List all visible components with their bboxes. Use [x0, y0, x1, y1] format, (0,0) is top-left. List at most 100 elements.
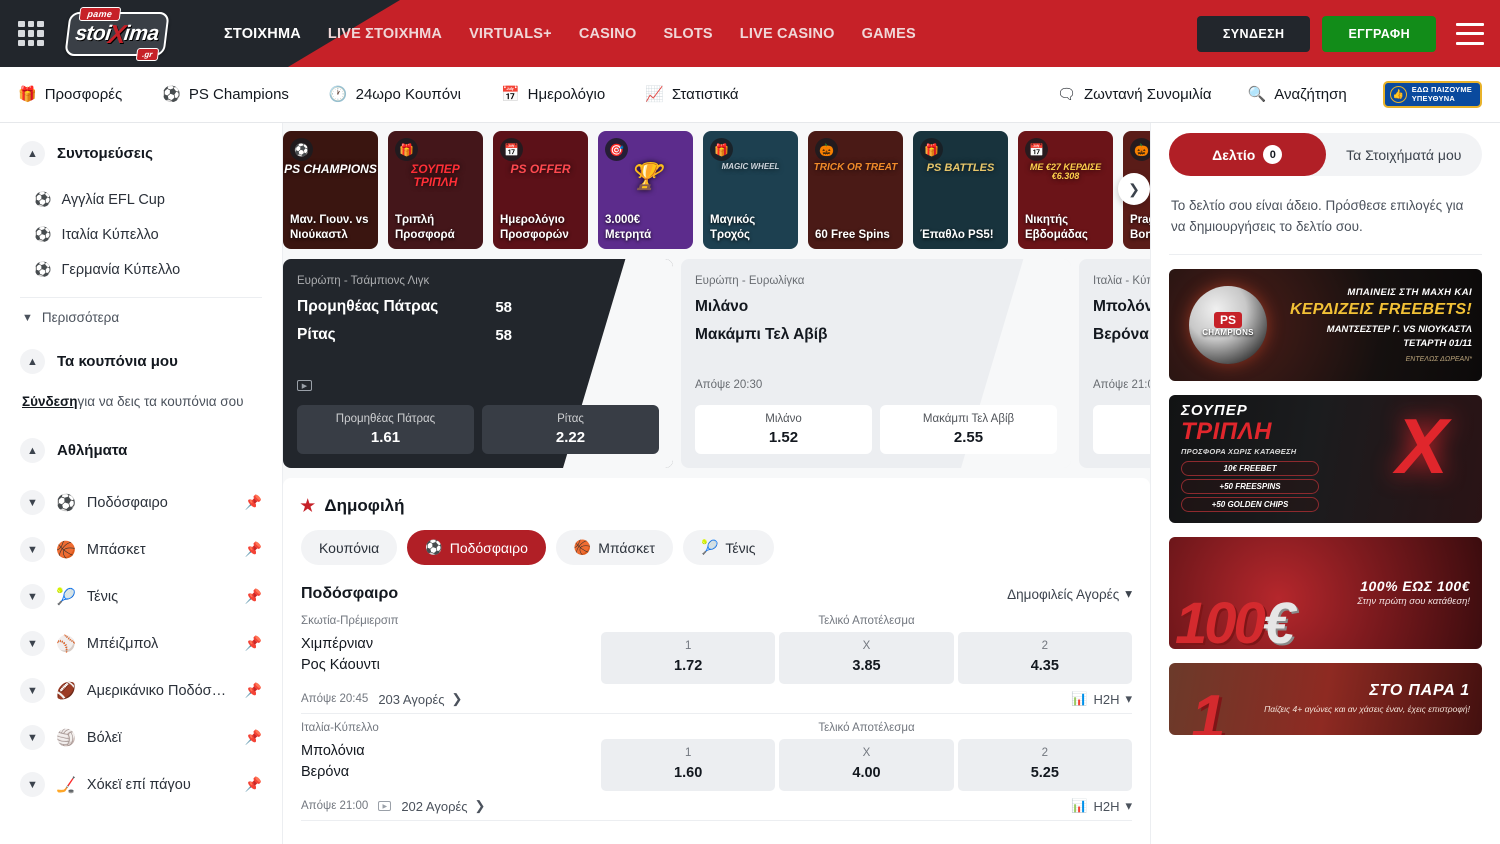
promo-tile-magic-wheel[interactable]: 🎁 MAGIC WHEEL Μαγικός Τροχός — [703, 131, 798, 249]
tab-coupons[interactable]: Κουπόνια — [301, 530, 397, 565]
subnav-item-statistics[interactable]: 📈 Στατιστικά — [645, 86, 738, 103]
event-h2h-button[interactable]: 📊 H2H ▾ — [1071, 798, 1132, 814]
subnav-item-live-chat[interactable]: 🗨 Ζωντανή Συνομιλία — [1057, 86, 1212, 103]
promo-tile-weekly-winner[interactable]: 📅 ΜΕ €27 ΚΕΡΔΙΣΕ €6.308 Νικητής Εβδομάδα… — [1018, 131, 1113, 249]
promo-label: Pragmatic Buy Bonus — [1130, 213, 1150, 242]
responsible-gaming-badge[interactable]: 👍 ΕΔΩ ΠΑΙΖΟΥΜΕ ΥΠΕΥΘΥΝΑ — [1383, 81, 1482, 108]
chevron-down-icon[interactable]: ▼ — [20, 678, 45, 703]
featured-match-card-2[interactable]: Ευρώπη - Ευρωλίγκα Μιλάνο Μακάμπι Τελ Αβ… — [681, 259, 1071, 468]
event-odd-2[interactable]: 2 4.35 — [958, 632, 1132, 684]
featured-odd-button[interactable]: Προμηθέας Πάτρας 1.61 — [297, 405, 474, 454]
featured-odd-button[interactable]: Μιλάνο 1.52 — [695, 405, 872, 454]
sidebar-sport-football[interactable]: ▼ ⚽ Ποδόσφαιρο 📌 — [20, 479, 262, 526]
promo-tile-free-spins[interactable]: 🎃 TRICK OR TREAT 60 Free Spins — [808, 131, 903, 249]
event-odd-1[interactable]: 1 1.72 — [601, 632, 775, 684]
subnav-item-24h-coupon[interactable]: 🕐 24ωρο Κουπόνι — [329, 86, 461, 103]
tab-tennis[interactable]: 🎾 Τένις — [683, 530, 774, 565]
tv-stream-icon[interactable]: ▶ — [378, 801, 391, 811]
nav-item-slots[interactable]: SLOTS — [663, 26, 712, 42]
subnav-item-search[interactable]: 🔍 Αναζήτηση — [1248, 86, 1347, 103]
sidebar-section-coupons-header[interactable]: ▲ Τα κουπόνια μου — [20, 349, 262, 374]
nav-item-stoixima[interactable]: ΣΤΟΙΧΗΜΑ — [224, 26, 301, 42]
sidebar-more-shortcuts[interactable]: ▼ Περισσότερα — [20, 297, 262, 335]
sidebar-item-germany-cup[interactable]: ⚽ Γερμανία Κύπελλο — [20, 252, 262, 287]
event-odd-x[interactable]: X 4.00 — [779, 739, 953, 791]
featured-odd-button[interactable]: Μακάμπι Τελ Αβίβ 2.55 — [880, 405, 1057, 454]
event-away-team: Βερόνα — [301, 762, 601, 783]
promo-tile-tripli[interactable]: 🎁 ΣΟΥΠΕΡ ΤΡΙΠΛΗ Τριπλή Προσφορά — [388, 131, 483, 249]
pin-icon[interactable]: 📌 — [245, 588, 262, 605]
logo-word-1: stoi — [73, 22, 111, 46]
promo-art-text: ΜΕ €27 ΚΕΡΔΙΣΕ €6.308 — [1018, 163, 1113, 182]
promo-tile-3000-cash[interactable]: 🎯 🏆 3.000€ Μετρητά — [598, 131, 693, 249]
tab-my-bets[interactable]: Τα Στοιχήματά μου — [1326, 133, 1483, 176]
nav-item-virtuals[interactable]: VIRTUALS+ — [469, 26, 552, 42]
sidebar-sport-tennis[interactable]: ▼ 🎾 Τένις 📌 — [20, 573, 262, 620]
sidebar-sport-american-football[interactable]: ▼ 🏈 Αμερικάνικο Ποδόσ… 📌 — [20, 667, 262, 714]
featured-odd-button[interactable]: Ρίτας 2.22 — [482, 405, 659, 454]
markets-dropdown[interactable]: Δημοφιλείς Αγορές ▾ — [1007, 586, 1132, 602]
pin-icon[interactable]: 📌 — [245, 682, 262, 699]
hamburger-menu-icon[interactable] — [1456, 23, 1484, 45]
banner-sub-text: ΜΑΝΤΣΕΣΤΕΡ Γ. VS ΝΙΟΥΚΑΣΤΛ ΤΕΤΑΡΤΗ 01/11 — [1287, 323, 1472, 352]
tv-stream-icon[interactable]: ▶ — [297, 380, 312, 391]
chevron-down-icon[interactable]: ▼ — [20, 772, 45, 797]
subnav-item-ps-champions[interactable]: ⚽ PS Champions — [162, 86, 289, 103]
ps-champions-banner[interactable]: PS CHAMPIONS ΜΠΑΙΝΕΙΣ ΣΤΗ ΜΑΧΗ ΚΑΙ ΚΕΡΔΙ… — [1169, 269, 1482, 381]
sidebar-sport-baseball[interactable]: ▼ ⚾ Μπέιζμπολ 📌 — [20, 620, 262, 667]
featured-odd-button[interactable]: 1 1.6 — [1093, 405, 1150, 454]
sidebar-section-shortcuts-header[interactable]: ▲ Συντομεύσεις — [20, 141, 262, 166]
event-odd-2[interactable]: 2 5.25 — [958, 739, 1132, 791]
event-markets-link[interactable]: 202 Αγορές ❯ — [401, 798, 485, 814]
promo-carousel-next-button[interactable]: ❯ — [1118, 173, 1150, 205]
nav-item-live-stoixima[interactable]: LIVE ΣΤΟΙΧΗΜΑ — [328, 26, 442, 42]
nav-item-games[interactable]: GAMES — [862, 26, 916, 42]
sidebar-login-link[interactable]: Σύνδεση — [22, 394, 78, 409]
event-odd-x[interactable]: X 3.85 — [779, 632, 953, 684]
event-odd-1[interactable]: 1 1.60 — [601, 739, 775, 791]
apps-grid-icon[interactable] — [18, 21, 44, 47]
hundred-euro-banner[interactable]: 100€ 100% ΕΩΣ 100€ Στην πρώτη σου κατάθε… — [1169, 537, 1482, 649]
pin-icon[interactable]: 📌 — [245, 541, 262, 558]
login-button[interactable]: ΣΥΝΔΕΣΗ — [1197, 16, 1311, 52]
nav-item-live-casino[interactable]: LIVE CASINO — [740, 26, 835, 42]
featured-match-card-1[interactable]: Ευρώπη - Τσάμπιονς Λιγκ Προμηθέας Πάτρας… — [283, 259, 673, 468]
pin-icon[interactable]: 📌 — [245, 729, 262, 746]
subnav-item-calendar[interactable]: 📅 Ημερολόγιο — [501, 86, 605, 103]
promo-tile-calendar[interactable]: 📅 PS OFFER Ημερολόγιο Προσφορών — [493, 131, 588, 249]
tab-betslip[interactable]: Δελτίο 0 — [1169, 133, 1326, 176]
chevron-down-icon[interactable]: ▼ — [20, 725, 45, 750]
tab-football[interactable]: ⚽ Ποδόσφαιρο — [407, 530, 546, 565]
sidebar-sport-basketball[interactable]: ▼ 🏀 Μπάσκετ 📌 — [20, 526, 262, 573]
event-h2h-button[interactable]: 📊 H2H ▾ — [1071, 691, 1132, 707]
subnav-item-offers[interactable]: 🎁 Προσφορές — [18, 86, 122, 103]
event-markets-link[interactable]: 203 Αγορές ❯ — [378, 691, 462, 707]
event-teams[interactable]: Ιταλία-Κύπελλο Μπολόνια Βερόνα — [301, 722, 601, 783]
featured-match-card-3[interactable]: Ιταλία - Κύπ Μπολόνι Βερόνα Απόψε 21:0 1… — [1079, 259, 1150, 468]
pin-icon[interactable]: 📌 — [245, 635, 262, 652]
chevron-down-icon[interactable]: ▼ — [20, 584, 45, 609]
sidebar-sport-ice-hockey[interactable]: ▼ 🏒 Χόκεϊ επί πάγου 📌 — [20, 761, 262, 808]
responsible-line-2: ΥΠΕΥΘΥΝΑ — [1412, 94, 1455, 103]
event-teams[interactable]: Σκωτία-Πρέμιερσιπ Χιμπέρνιαν Ρος Κάουντι — [301, 615, 601, 676]
chevron-down-icon[interactable]: ▼ — [20, 631, 45, 656]
sidebar-section-sports-header[interactable]: ▲ Αθλήματα — [20, 438, 262, 463]
promo-tile-ps-champions[interactable]: ⚽ PS CHAMPIONS Μαν. Γιουν. vs Νιούκαστλ — [283, 131, 378, 249]
basketball-icon: 🏀 — [574, 539, 591, 556]
sidebar-label-italy-cup: Ιταλία Κύπελλο — [61, 227, 158, 243]
sidebar-item-efl-cup[interactable]: ⚽ Αγγλία EFL Cup — [20, 182, 262, 217]
sidebar-sport-label-basketball: Μπάσκετ — [87, 542, 234, 558]
site-logo[interactable]: pame stoi X ima .gr — [64, 10, 169, 58]
sto-para-1-banner[interactable]: 1 ΣΤΟ ΠΑΡΑ 1 Παίζεις 4+ αγώνες και αν χά… — [1169, 663, 1482, 735]
pin-icon[interactable]: 📌 — [245, 494, 262, 511]
sidebar-sport-volleyball[interactable]: ▼ 🏐 Βόλεϊ 📌 — [20, 714, 262, 761]
register-button[interactable]: ΕΓΓΡΑΦΗ — [1322, 16, 1436, 52]
nav-item-casino[interactable]: CASINO — [579, 26, 637, 42]
pin-icon[interactable]: 📌 — [245, 776, 262, 793]
chevron-down-icon[interactable]: ▼ — [20, 490, 45, 515]
sidebar-item-italy-cup[interactable]: ⚽ Ιταλία Κύπελλο — [20, 217, 262, 252]
chevron-down-icon[interactable]: ▼ — [20, 537, 45, 562]
promo-tile-ps5-prize[interactable]: 🎁 PS BATTLES Έπαθλο PS5! — [913, 131, 1008, 249]
super-tripli-banner[interactable]: ΣΟΥΠΕΡ ΤΡΙΠΛΗ ΠΡΟΣΦΟΡΑ ΧΩΡΙΣ ΚΑΤΑΘΕΣΗ 10… — [1169, 395, 1482, 523]
tab-basketball[interactable]: 🏀 Μπάσκετ — [556, 530, 673, 565]
